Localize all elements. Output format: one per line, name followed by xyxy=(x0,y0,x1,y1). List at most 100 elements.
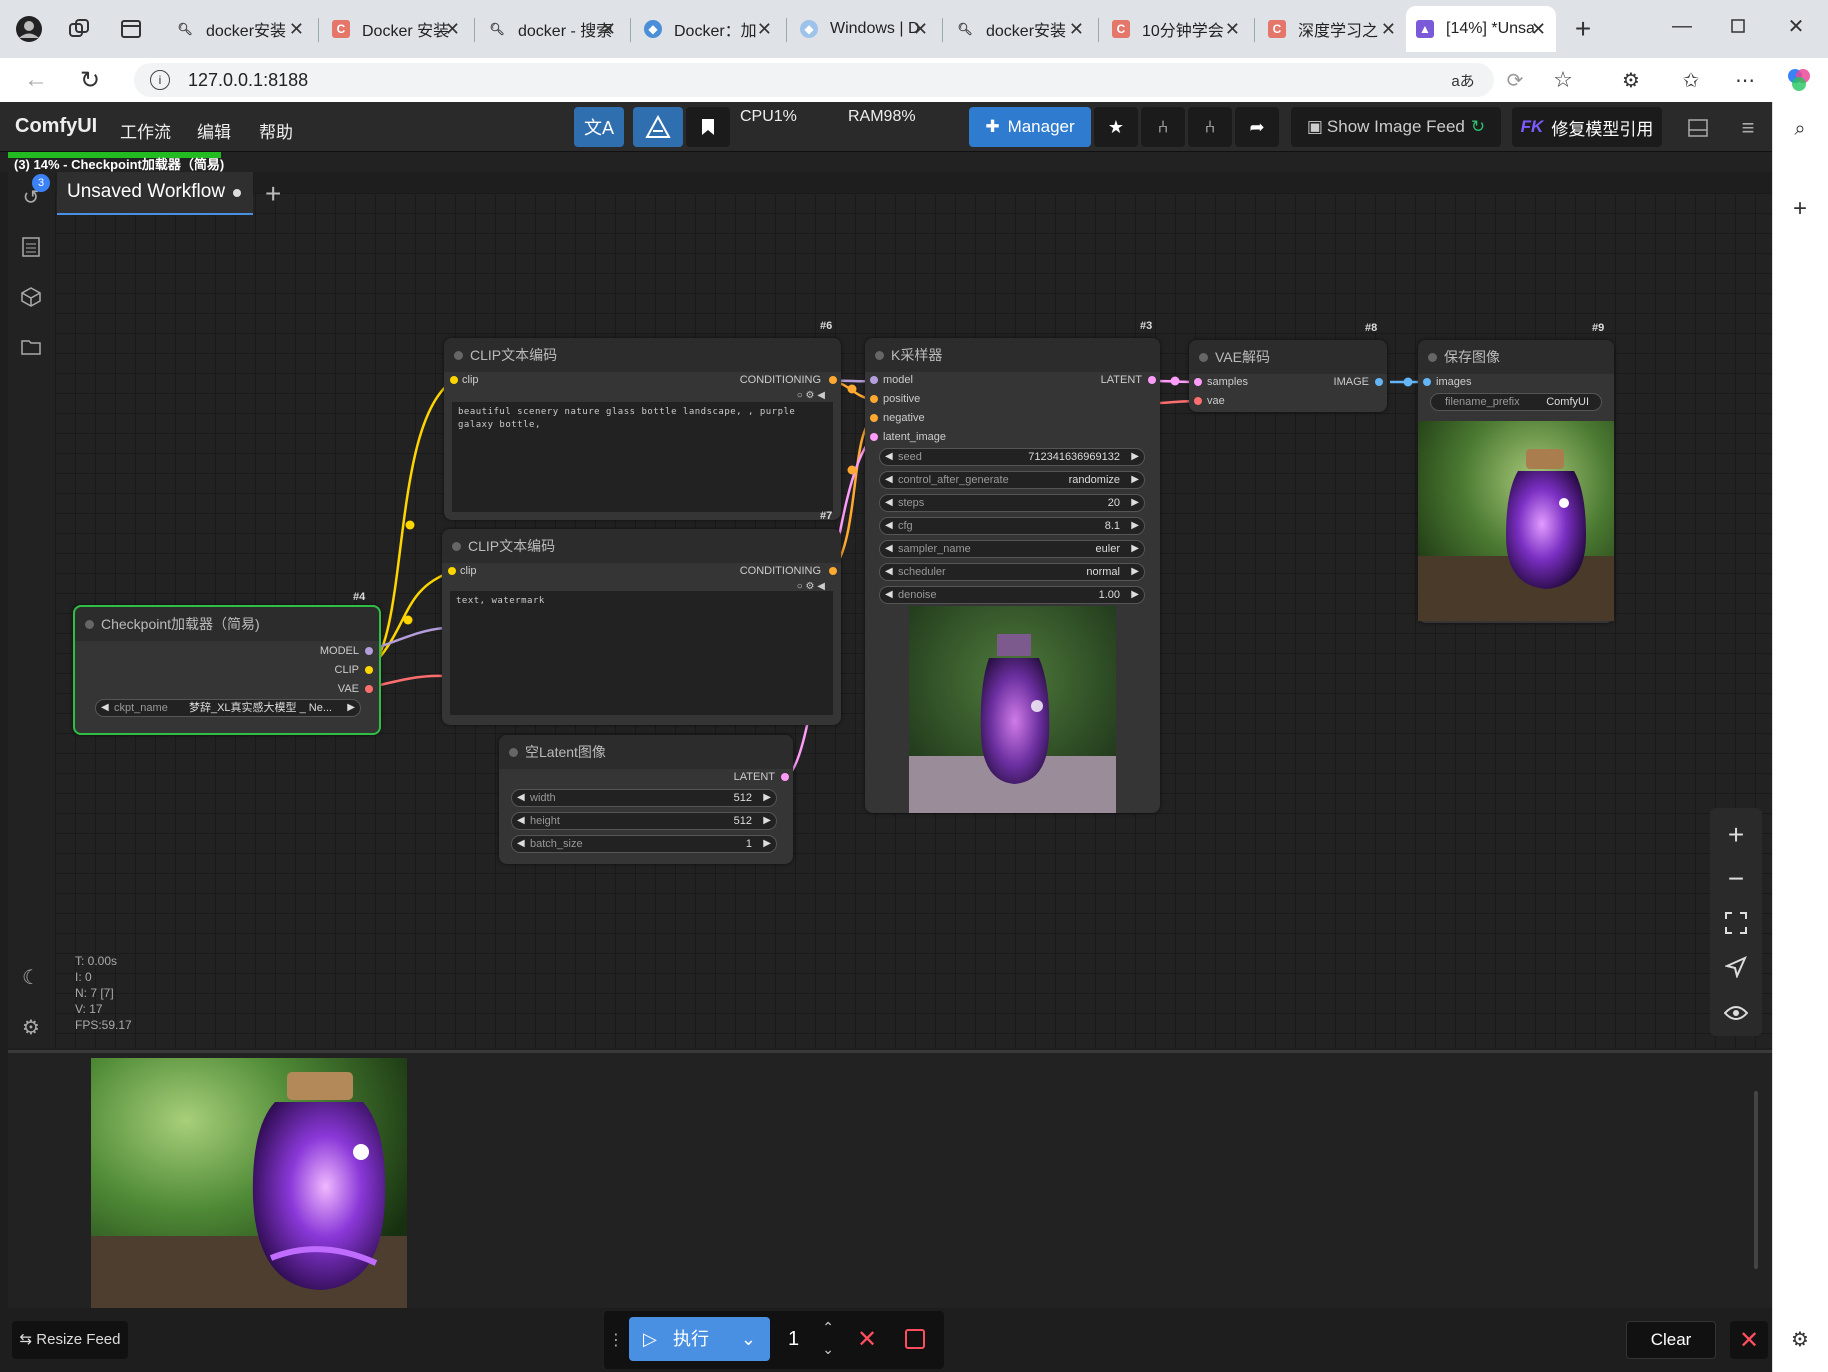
denoise-widget[interactable]: ◀ denoise 1.00 ▶ xyxy=(879,586,1145,604)
batch-count-input[interactable]: 1 ⌃ ⌄ xyxy=(774,1317,840,1361)
toggle-links-eye-icon[interactable] xyxy=(1710,990,1762,1036)
vae-output-label: VAE xyxy=(337,683,359,695)
sidebar-settings-icon[interactable]: ⚙ xyxy=(1785,1324,1815,1354)
model-input-dot[interactable] xyxy=(870,376,878,384)
clip-input-dot[interactable] xyxy=(450,376,458,384)
cancel-current-icon[interactable]: ✕ xyxy=(850,1322,884,1356)
run-button[interactable]: ▷ 执行 ⌄ xyxy=(629,1317,770,1361)
node-title[interactable]: Checkpoint加载器（简易) xyxy=(75,607,379,641)
unsaved-dot-icon xyxy=(233,189,241,197)
clip-text-encode-negative-node[interactable]: CLIP文本编码 clip CONDITIONING ○ ⚙ ◀ text, w… xyxy=(442,529,841,725)
clip-input-dot[interactable] xyxy=(448,567,456,575)
stepper-down-icon[interactable]: ⌄ xyxy=(822,1327,834,1371)
clear-feed-button[interactable]: Clear xyxy=(1626,1321,1716,1359)
node-id: #6 xyxy=(820,320,833,332)
negative-input-dot[interactable] xyxy=(870,414,878,422)
theme-moon-icon[interactable]: ☾ xyxy=(14,960,48,994)
node-title[interactable]: CLIP文本编码 xyxy=(442,529,841,563)
image-feed-panel xyxy=(8,1050,1772,1308)
latent-output-dot[interactable] xyxy=(781,773,789,781)
copilot-icon[interactable] xyxy=(1784,66,1814,94)
vae-input-dot[interactable] xyxy=(1194,397,1202,405)
node-title[interactable]: 保存图像 xyxy=(1418,340,1614,374)
steps-widget[interactable]: ◀ steps 20 ▶ xyxy=(879,494,1145,512)
tab-unsaved-workflow[interactable]: Unsaved Workflow xyxy=(57,172,253,215)
play-icon: ▷ xyxy=(643,1329,657,1349)
latent-output-label: LATENT xyxy=(1100,374,1142,386)
node-title[interactable]: K采样器 xyxy=(865,338,1160,372)
feed-image[interactable] xyxy=(91,1058,407,1308)
latent-output-dot[interactable] xyxy=(1148,376,1156,384)
checkpoint-loader-node[interactable]: Checkpoint加载器（简易) MODEL CLIP VAE ◀ ckpt_… xyxy=(73,605,381,735)
bottom-bar: ⇆ Resize Feed ⋮ ▷ 执行 ⌄ 1 ⌃ ⌄ ✕ Clear ✕ xyxy=(0,1308,1772,1372)
text-options-icons[interactable]: ○ ⚙ ◀ xyxy=(797,390,825,401)
model-library-cube-icon[interactable] xyxy=(14,280,48,314)
prompt-textarea[interactable]: beautiful scenery nature glass bottle la… xyxy=(452,402,833,512)
workflows-folder-icon[interactable] xyxy=(14,330,48,364)
close-feed-icon[interactable]: ✕ xyxy=(1730,1321,1768,1359)
conditioning-output-label: CONDITIONING xyxy=(739,565,821,577)
add-sidebar-app-icon[interactable]: + xyxy=(1785,194,1815,224)
width-widget[interactable]: ◀ width 512 ▶ xyxy=(511,789,777,807)
drag-handle-icon[interactable]: ⋮ xyxy=(608,1330,624,1350)
node-title[interactable]: VAE解码 xyxy=(1189,340,1387,374)
clip-output-label: CLIP xyxy=(334,664,359,676)
positive-input-dot[interactable] xyxy=(870,395,878,403)
image-output-dot[interactable] xyxy=(1375,378,1383,386)
seed-widget[interactable]: ◀ seed 712341636969132 ▶ xyxy=(879,448,1145,466)
saved-image-preview xyxy=(1418,421,1614,621)
resize-feed-button[interactable]: ⇆ Resize Feed xyxy=(12,1321,128,1359)
settings-gear-icon[interactable]: ⚙ xyxy=(14,1010,48,1044)
node-id: #8 xyxy=(1365,322,1378,334)
conditioning-output-label: CONDITIONING xyxy=(739,374,821,386)
empty-latent-image-node[interactable]: 空Latent图像 LATENT ◀ width 512 ▶ ◀ height 512 ▶ … xyxy=(499,735,793,864)
zoom-in-icon[interactable]: + xyxy=(1710,812,1762,858)
filename-prefix-widget[interactable]: filename_prefix ComfyUI xyxy=(1430,393,1602,411)
height-widget[interactable]: ◀ height 512 ▶ xyxy=(511,812,777,830)
control-after-generate-widget[interactable]: ◀ control_after_generate randomize ▶ xyxy=(879,471,1145,489)
node-id: #4 xyxy=(353,591,366,603)
images-input-label: images xyxy=(1436,376,1472,388)
conditioning-output-dot[interactable] xyxy=(829,376,837,384)
select-mode-icon[interactable] xyxy=(1710,944,1762,990)
latent-output-label: LATENT xyxy=(733,771,775,783)
node-title[interactable]: CLIP文本编码 xyxy=(444,338,841,372)
prompt-textarea[interactable]: text, watermark xyxy=(450,591,833,715)
vae-output-dot[interactable] xyxy=(365,685,373,693)
cfg-widget[interactable]: ◀ cfg 8.1 ▶ xyxy=(879,517,1145,535)
conditioning-output-dot[interactable] xyxy=(829,567,837,575)
new-workflow-tab-button[interactable]: + xyxy=(265,178,281,210)
latent-image-input-label: latent_image xyxy=(883,431,946,443)
zoom-out-icon[interactable]: − xyxy=(1710,856,1762,902)
latent-input-dot[interactable] xyxy=(870,433,878,441)
clip-text-encode-positive-node[interactable]: CLIP文本编码 clip CONDITIONING ○ ⚙ ◀ beautif… xyxy=(444,338,841,520)
positive-input-label: positive xyxy=(883,393,921,405)
clear-queue-icon[interactable] xyxy=(898,1322,932,1356)
images-input-dot[interactable] xyxy=(1423,378,1431,386)
canvas-stats: T: 0.00s I: 0 N: 7 [7] V: 17 FPS:59.17 xyxy=(75,954,132,1032)
sampler-name-widget[interactable]: ◀ sampler_name euler ▶ xyxy=(879,540,1145,558)
save-image-node[interactable]: 保存图像 images filename_prefix ComfyUI xyxy=(1418,340,1614,623)
ckpt-name-combo[interactable]: ◀ ckpt_name 梦辞_XL真实感大模型 _ Ne... ▶ xyxy=(95,699,361,717)
negative-input-label: negative xyxy=(883,412,925,424)
clip-input-label: clip xyxy=(462,374,479,386)
ksampler-node[interactable]: K采样器 model positive negative latent_imag… xyxy=(865,338,1160,813)
feed-scrollbar[interactable] xyxy=(1754,1091,1758,1269)
chevron-down-icon[interactable]: ⌄ xyxy=(741,1317,756,1361)
model-output-dot[interactable] xyxy=(365,647,373,655)
node-library-icon[interactable] xyxy=(14,230,48,264)
node-id: #9 xyxy=(1592,322,1605,334)
node-id: #7 xyxy=(820,510,833,522)
fit-view-icon[interactable] xyxy=(1710,900,1762,946)
node-title[interactable]: 空Latent图像 xyxy=(499,735,793,769)
queue-badge: 3 xyxy=(32,174,50,192)
comfy-left-sidebar: ↺ 3 ☾ ⚙ xyxy=(8,172,55,1048)
scheduler-widget[interactable]: ◀ scheduler normal ▶ xyxy=(879,563,1145,581)
image-output-label: IMAGE xyxy=(1333,376,1369,388)
search-icon[interactable]: ⌕ xyxy=(1785,114,1815,144)
samples-input-dot[interactable] xyxy=(1194,378,1202,386)
clip-output-dot[interactable] xyxy=(365,666,373,674)
vae-decode-node[interactable]: VAE解码 samples vae IMAGE xyxy=(1189,340,1387,412)
close-window-icon[interactable]: ✕ xyxy=(1772,8,1820,44)
batch-size-widget[interactable]: ◀ batch_size 1 ▶ xyxy=(511,835,777,853)
